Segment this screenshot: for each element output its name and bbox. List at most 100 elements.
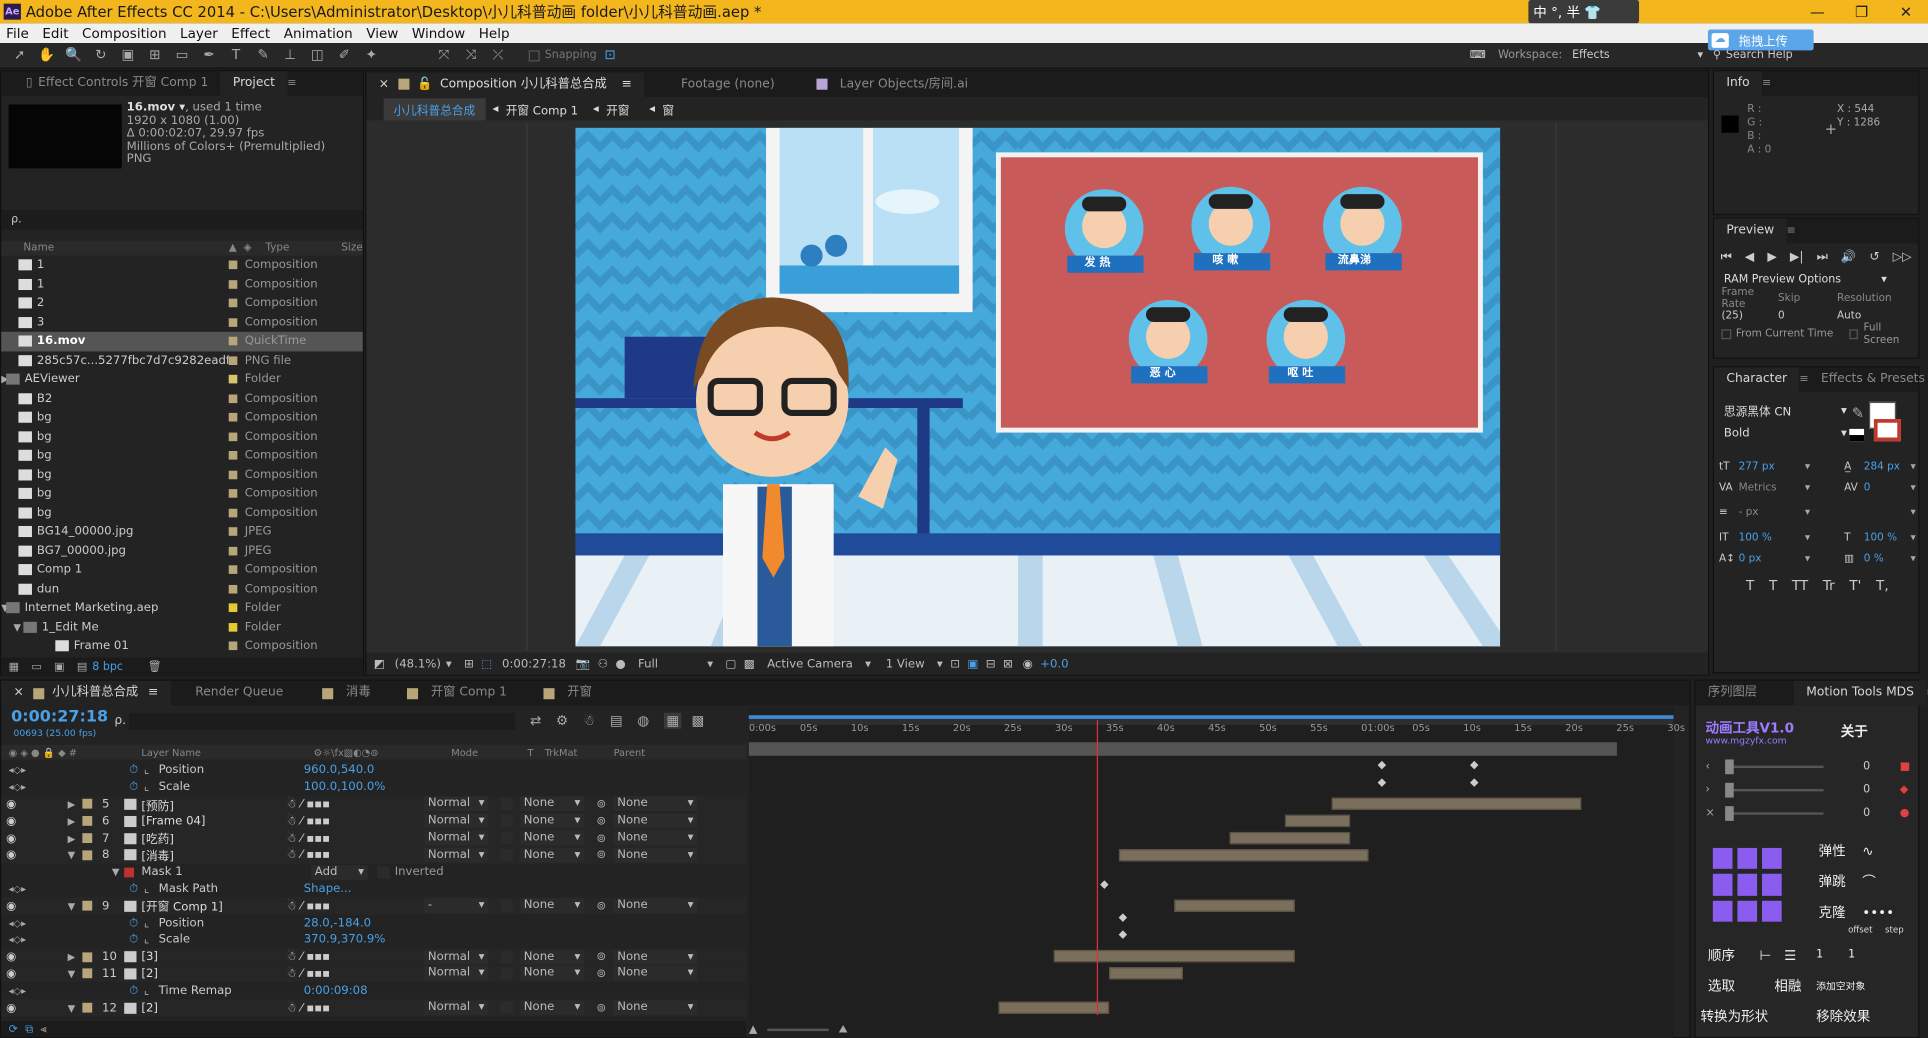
hand-tool-icon[interactable]: ✋ [37,47,57,64]
layer-name[interactable]: [3] [141,950,286,964]
keyframe-nav-icon[interactable]: ◂◇▸ [9,782,26,793]
tab-layer[interactable]: Layer Objects/房间.ai [828,72,981,97]
label-color[interactable] [228,451,238,460]
visibility-eye-icon[interactable]: ◉ [6,831,18,845]
parent-dropdown[interactable]: None ▾ [613,847,698,863]
trkmat-dropdown[interactable]: None ▾ [520,830,585,846]
visibility-eye-icon[interactable]: ◉ [6,899,18,913]
project-item[interactable]: 285c57c...5277fbc7d7c9282eadfb0.png PNG f… [1,351,363,370]
column-mode[interactable]: Mode [451,747,527,758]
trkmat-dropdown[interactable]: None ▾ [520,949,585,965]
project-item[interactable]: ▼ Internet Marketing.aep Folder [1,598,363,617]
label-color[interactable] [228,489,238,499]
pickwhip-icon[interactable]: ⊚ [596,899,613,913]
reset-icon[interactable]: ● [1900,807,1910,819]
mask-mode-dropdown[interactable]: Add ▾ [311,864,368,880]
font-family-dropdown[interactable]: 思源黑体 CN ▾ [1724,402,1847,419]
toggle-pixel-icon[interactable]: ⊡ [950,657,960,671]
timeline-icon[interactable]: ⊟ [986,657,996,671]
chevron-right-icon[interactable]: › [1705,783,1725,795]
anchor-cell[interactable] [1712,900,1733,922]
project-item[interactable]: ▼ 1_Edit Me Folder [1,618,363,637]
label-color[interactable] [228,317,238,327]
tab-effects-presets[interactable]: Effects & Presets [1809,367,1928,392]
maximize-icon[interactable]: ❐ [1839,3,1883,20]
layer-duration-bar[interactable] [1229,831,1350,844]
channel-icon[interactable]: ● [616,657,626,671]
bounce-button[interactable]: 弹跳 [1819,874,1846,890]
menu-help[interactable]: Help [479,25,510,41]
blend-mode-dropdown[interactable]: - ▾ [424,898,489,914]
blend-mode-dropdown[interactable]: Normal ▾ [424,796,489,812]
mask-name[interactable]: Mask 1 [141,865,311,879]
pickwhip-icon[interactable]: ⊚ [596,1001,613,1015]
search-help-input[interactable]: Search Help [1726,49,1793,61]
zoom-slider[interactable]: ▲ ⛰ [749,1022,1674,1037]
elastic-button[interactable]: 弹性 [1819,843,1846,859]
property-row[interactable]: ◂◇▸ ⏱ ⌞ Time Remap 0:00:09:08 [1,982,746,999]
tab-render-queue[interactable]: Render Queue [183,681,296,706]
project-item[interactable]: bg Composition [1,408,363,427]
blend-mode-dropdown[interactable]: Normal ▾ [424,847,489,863]
parent-dropdown[interactable]: None ▾ [613,949,698,965]
blend-mode-dropdown[interactable]: Normal ▾ [424,966,489,982]
anchor-cell[interactable] [1762,847,1782,870]
project-item[interactable]: BG14_00000.jpg JPEG [1,522,363,541]
all-caps-button[interactable]: TT [1792,577,1808,593]
project-item[interactable]: bg Composition [1,446,363,465]
keyframe-icon[interactable]: ◆ [1470,759,1479,771]
label-color[interactable] [228,470,238,479]
label-color[interactable] [228,584,238,594]
layer-name[interactable]: [2] [141,1001,286,1015]
show-snapshot-icon[interactable]: ⚇ [598,657,608,671]
parent-dropdown[interactable]: None ▾ [613,830,698,846]
new-composition-icon[interactable]: ▣ [54,661,64,673]
layer-duration-bar[interactable] [1109,967,1184,980]
label-color[interactable] [228,356,238,365]
select-button[interactable]: 选取 [1708,976,1774,996]
pen-tool-icon[interactable]: ✒ [199,47,219,64]
expand-arrow-icon[interactable]: ▶ [68,951,83,962]
menu-animation[interactable]: Animation [284,25,353,41]
trkmat-dropdown[interactable]: None ▾ [520,1000,585,1016]
audio-icon[interactable]: 🔊 [1841,250,1856,264]
label-color[interactable] [228,565,238,575]
layer-switches-icon[interactable]: ☃ ⁄ ▪▪▪ [286,1001,424,1015]
snapshot-icon[interactable]: 📷 [576,657,591,671]
close-icon[interactable]: ✕ [1884,3,1928,20]
font-style-dropdown[interactable]: Bold ▾ [1724,426,1847,440]
kerning-value[interactable]: Metrics [1739,481,1805,493]
playhead[interactable] [1096,720,1098,1016]
timeline-search-input[interactable] [129,712,516,730]
axis-view-icon[interactable]: ⤫ [488,47,508,64]
label-color[interactable] [228,508,238,518]
clone-dots-icon[interactable]: •••• [1862,904,1894,920]
play-icon[interactable]: ▶ [1767,250,1776,264]
elastic-curve-icon[interactable]: ∿ [1862,843,1873,859]
merge-button[interactable]: 相融 [1774,976,1816,996]
stroke-width-value[interactable]: - px [1739,506,1805,518]
label-color[interactable] [82,901,93,911]
project-item[interactable]: B2 Composition [1,389,363,408]
inverted-checkbox[interactable] [377,865,390,879]
menu-edit[interactable]: Edit [42,25,68,41]
label-color[interactable] [82,968,93,979]
eyedropper-icon[interactable]: ✎ [1852,404,1864,421]
collapse-icon[interactable]: × [1705,807,1725,819]
last-frame-icon[interactable]: ⏭ [1817,250,1828,264]
label-color[interactable] [228,298,238,308]
layer-name[interactable]: [消毒] [141,847,286,864]
property-row[interactable]: ◂◇▸ ⏱ ⌞ Scale 370.9,370.9% [1,932,746,949]
layer-name[interactable]: [预防] [141,796,286,813]
skip-dropdown[interactable]: 0 [1778,310,1837,322]
menu-composition[interactable]: Composition [82,25,166,41]
sort-up-icon[interactable]: ▲ [229,242,244,254]
dropdown-arrow-icon[interactable]: ▾ [1910,531,1915,543]
anchor-cell[interactable] [1737,900,1758,922]
preserve-transparency-checkbox[interactable] [500,899,513,913]
baseline-shift-value[interactable]: 0 px [1739,552,1805,564]
anchor-cell[interactable] [1712,847,1733,870]
property-value[interactable]: 0:00:09:08 [304,984,368,998]
timeline-graph[interactable]: 0:00s 05s 10s 15s 20s 25s 30s 35s 40s 45s 50s 55s 01… [748,707,1685,1038]
expand-arrow-icon[interactable]: ▼ [68,850,83,861]
